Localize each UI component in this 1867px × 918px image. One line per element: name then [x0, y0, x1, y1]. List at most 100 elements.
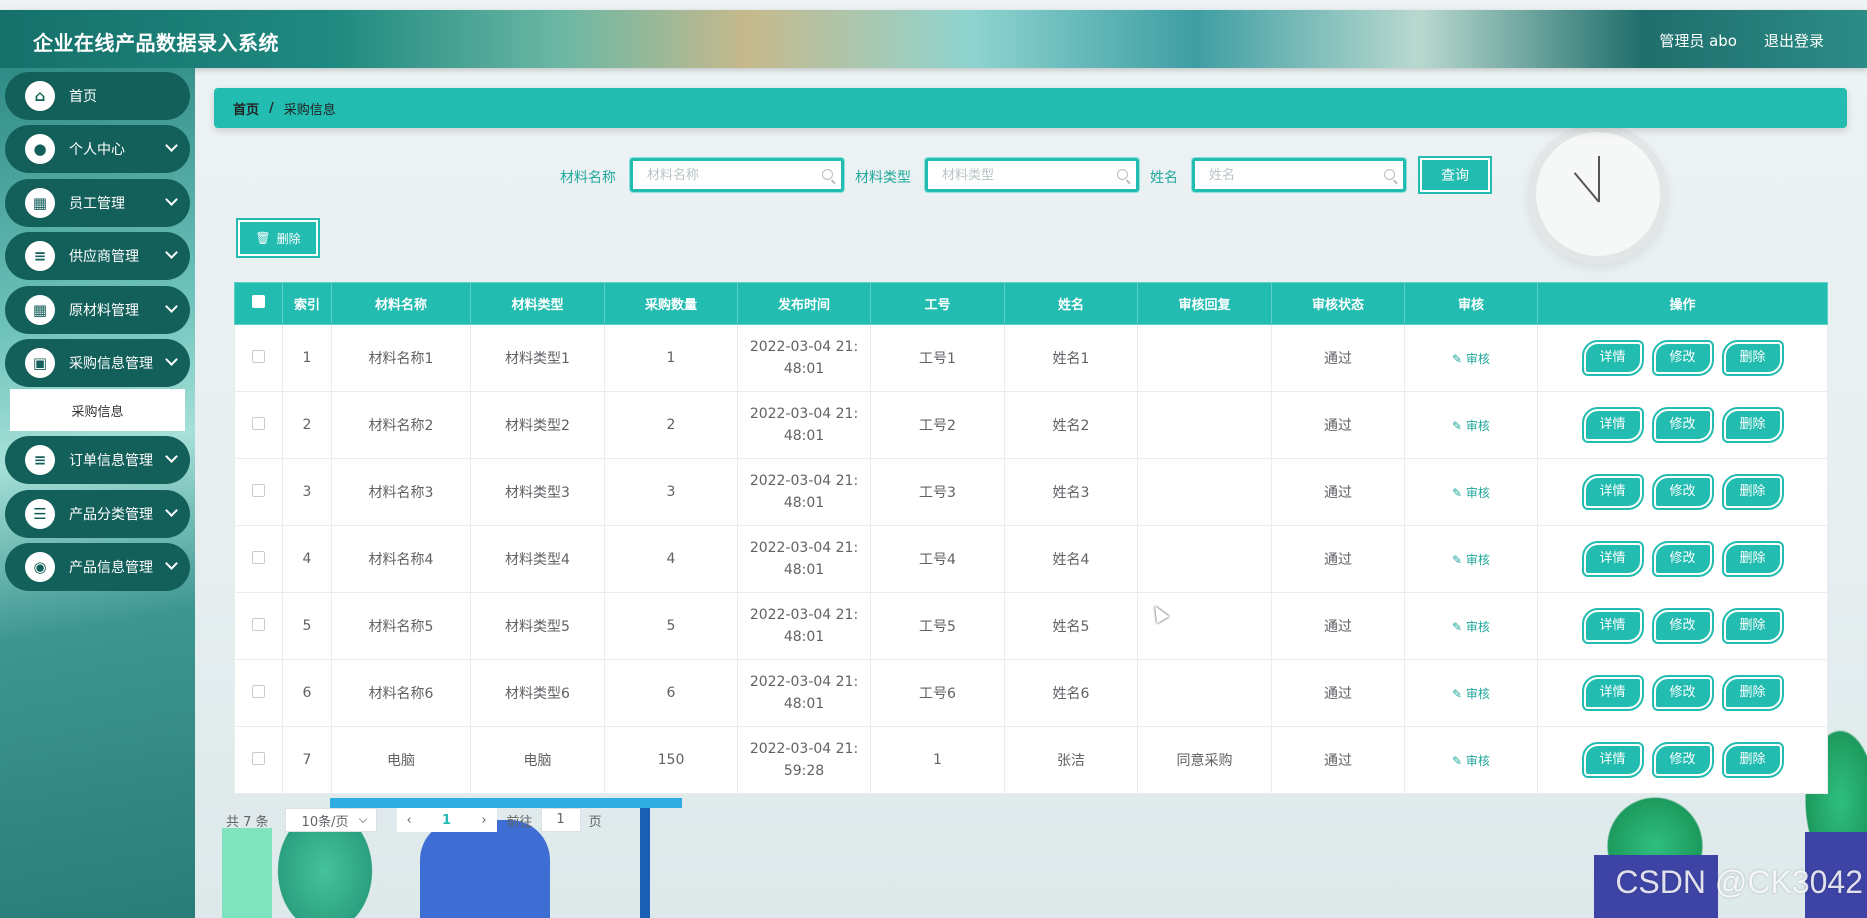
- audit-link[interactable]: ✎ 审核: [1452, 419, 1490, 433]
- table-row: 6 材料名称6 材料类型6 6 2022-03-04 21:48:01 工号6 姓名6 通过 ✎…: [234, 659, 1828, 727]
- decor-desk: [330, 798, 682, 808]
- audit-label: 审核: [1465, 619, 1490, 634]
- cell-time: 2022-03-04 21:48:01: [737, 592, 871, 660]
- delete-button[interactable]: 删除: [1721, 407, 1784, 443]
- cell-audit: ✎ 审核: [1404, 324, 1538, 392]
- row-checkbox[interactable]: [252, 483, 265, 497]
- row-select-cell: [234, 391, 283, 459]
- material-type-label: 材料类型: [855, 170, 911, 186]
- audit-link[interactable]: ✎ 审核: [1452, 486, 1490, 500]
- chevron-down-icon: [165, 504, 178, 517]
- batch-delete-button[interactable]: 🗑 删除: [236, 218, 320, 258]
- sidebar-item-5[interactable]: ▣ 采购信息管理: [5, 339, 190, 387]
- sidebar-item-7[interactable]: ☰ 产品分类管理: [5, 490, 190, 538]
- cell-time: 2022-03-04 21:48:01: [737, 458, 871, 526]
- delete-button[interactable]: 删除: [1721, 675, 1784, 711]
- sidebar-item-label: 产品信息管理: [69, 560, 153, 576]
- delete-button[interactable]: 删除: [1721, 340, 1784, 376]
- page-size-select[interactable]: 10条/页: [284, 808, 377, 832]
- row-select-cell: [234, 726, 283, 794]
- audit-link[interactable]: ✎ 审核: [1452, 754, 1490, 768]
- prev-page-icon[interactable]: ‹: [407, 813, 412, 828]
- cell-audit: ✎ 审核: [1404, 592, 1538, 660]
- query-button[interactable]: 查询: [1418, 156, 1492, 194]
- edit-button[interactable]: 修改: [1651, 541, 1714, 577]
- delete-button[interactable]: 删除: [1721, 474, 1784, 510]
- grid-icon: ▦: [25, 295, 55, 325]
- sidebar-item-4[interactable]: ▦ 原材料管理: [5, 286, 190, 334]
- cell-material-type: 材料类型3: [470, 458, 605, 526]
- row-checkbox[interactable]: [252, 349, 265, 363]
- grid-icon: ▦: [25, 188, 55, 218]
- purchase-table: 索引 材料名称 材料类型 采购数量 发布时间 工号 姓名 审核回复 审核状态 审…: [234, 282, 1828, 794]
- detail-button[interactable]: 详情: [1581, 474, 1644, 510]
- row-checkbox[interactable]: [252, 617, 265, 631]
- sidebar-subitem-purchase-info[interactable]: 采购信息: [10, 389, 185, 431]
- detail-button[interactable]: 详情: [1581, 541, 1644, 577]
- row-checkbox[interactable]: [252, 416, 265, 430]
- sidebar-item-2[interactable]: ▦ 员工管理: [5, 179, 190, 227]
- name-input[interactable]: [1195, 161, 1375, 189]
- next-page-icon[interactable]: ›: [481, 813, 486, 828]
- search-icon: [1117, 169, 1128, 180]
- detail-button[interactable]: 详情: [1581, 742, 1644, 778]
- edit-button[interactable]: 修改: [1651, 474, 1714, 510]
- cell-actions: 详情 修改 删除: [1537, 458, 1828, 526]
- cell-actions: 详情 修改 删除: [1537, 324, 1828, 392]
- cell-material-name: 材料名称2: [331, 391, 471, 459]
- bulb-icon: ◉: [25, 552, 55, 582]
- edit-icon: ✎: [1452, 619, 1466, 634]
- col-material-type: 材料类型: [470, 282, 605, 325]
- sidebar-item-3[interactable]: ≡ 供应商管理: [5, 232, 190, 280]
- row-checkbox[interactable]: [252, 550, 265, 564]
- edit-button[interactable]: 修改: [1651, 742, 1714, 778]
- cell-material-name: 材料名称1: [331, 324, 471, 392]
- detail-button[interactable]: 详情: [1581, 407, 1644, 443]
- detail-button[interactable]: 详情: [1581, 340, 1644, 376]
- sidebar-item-1[interactable]: ● 个人中心: [5, 125, 190, 173]
- home-icon: ⌂: [25, 81, 55, 111]
- cell-audit: ✎ 审核: [1404, 458, 1538, 526]
- delete-button[interactable]: 删除: [1721, 742, 1784, 778]
- goto-page-input[interactable]: 1: [540, 808, 581, 832]
- row-checkbox[interactable]: [252, 684, 265, 698]
- cell-quantity: 4: [604, 525, 738, 593]
- audit-link[interactable]: ✎ 审核: [1452, 352, 1490, 366]
- sidebar-item-6[interactable]: ≡ 订单信息管理: [5, 436, 190, 484]
- sidebar-item-8[interactable]: ◉ 产品信息管理: [5, 543, 190, 591]
- delete-button[interactable]: 删除: [1721, 541, 1784, 577]
- app-title: 企业在线产品数据录入系统: [33, 31, 279, 55]
- sidebar-item-0[interactable]: ⌂ 首页: [5, 72, 190, 120]
- detail-button[interactable]: 详情: [1581, 675, 1644, 711]
- breadcrumb-home[interactable]: 首页: [233, 99, 259, 118]
- audit-link[interactable]: ✎ 审核: [1452, 553, 1490, 567]
- cell-reply: [1137, 525, 1272, 593]
- audit-link[interactable]: ✎ 审核: [1452, 687, 1490, 701]
- cell-name: 姓名5: [1004, 592, 1138, 660]
- cell-status: 通过: [1271, 659, 1405, 727]
- edit-button[interactable]: 修改: [1651, 608, 1714, 644]
- cell-quantity: 2: [604, 391, 738, 459]
- cell-reply: 同意采购: [1137, 726, 1272, 794]
- current-page[interactable]: 1: [442, 813, 451, 828]
- chevron-down-icon: [165, 246, 178, 259]
- decor-plant-right: [1600, 790, 1710, 860]
- delete-button[interactable]: 删除: [1721, 608, 1784, 644]
- select-all-checkbox[interactable]: [252, 295, 265, 308]
- cell-status: 通过: [1271, 324, 1405, 392]
- edit-icon: ✎: [1452, 418, 1466, 433]
- cell-index: 2: [282, 391, 332, 459]
- audit-link[interactable]: ✎ 审核: [1452, 620, 1490, 634]
- edit-button[interactable]: 修改: [1651, 407, 1714, 443]
- cell-index: 5: [282, 592, 332, 660]
- edit-button[interactable]: 修改: [1651, 340, 1714, 376]
- detail-button[interactable]: 详情: [1581, 608, 1644, 644]
- edit-button[interactable]: 修改: [1651, 675, 1714, 711]
- material-name-input[interactable]: [633, 161, 813, 189]
- logout-link[interactable]: 退出登录: [1764, 30, 1824, 51]
- row-checkbox[interactable]: [252, 751, 265, 765]
- cell-material-name: 电脑: [331, 726, 471, 794]
- cell-status: 通过: [1271, 458, 1405, 526]
- material-type-input[interactable]: [928, 161, 1108, 189]
- sidebar-item-label: 个人中心: [69, 142, 125, 158]
